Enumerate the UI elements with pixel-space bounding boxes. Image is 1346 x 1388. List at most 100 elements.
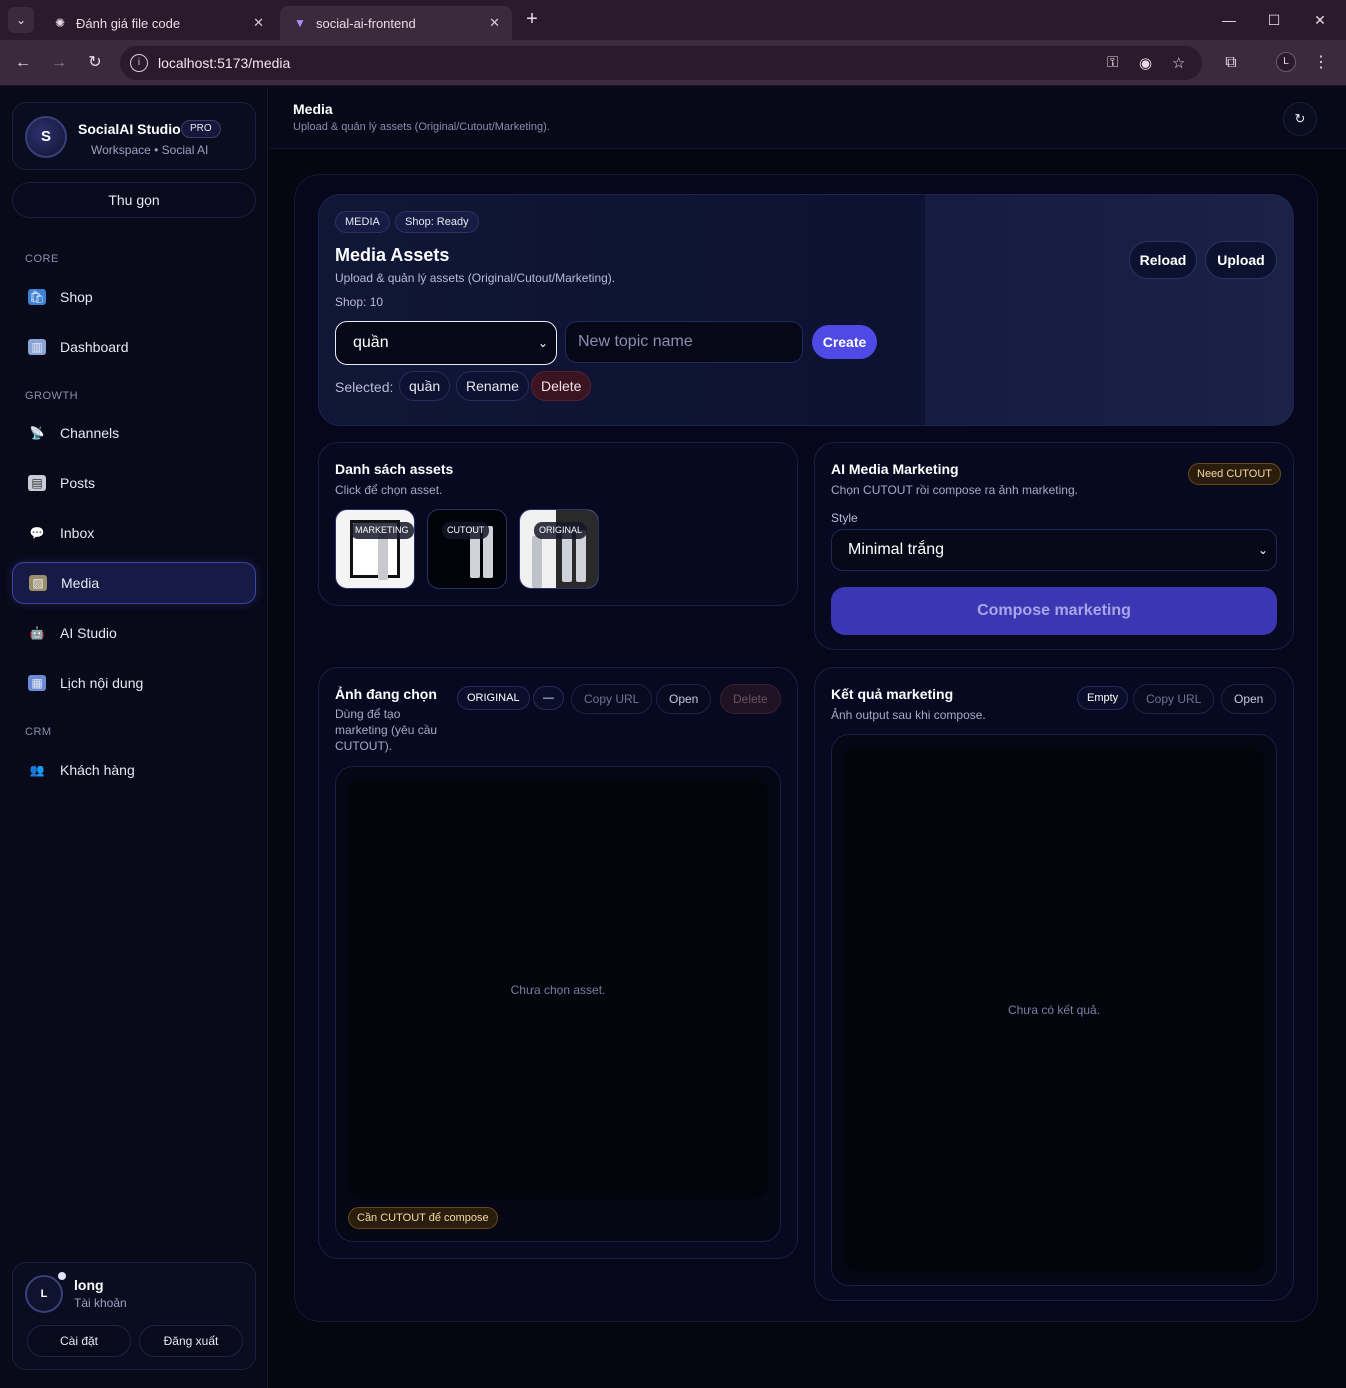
profile-avatar[interactable]: L xyxy=(1276,52,1296,72)
copy-url-button[interactable]: Copy URL xyxy=(571,684,653,714)
style-label: Style xyxy=(831,511,858,525)
tab-title: Đánh giá file code xyxy=(76,15,181,31)
asset-image xyxy=(532,536,542,588)
sidebar-item-channels[interactable]: 📡 Channels xyxy=(12,412,256,454)
user-role: Tài khoản xyxy=(74,1296,127,1310)
collapse-sidebar-button[interactable]: Thu gọn xyxy=(12,182,256,218)
eye-icon[interactable]: ◉ xyxy=(1139,54,1152,72)
upload-button[interactable]: Upload xyxy=(1205,241,1277,279)
asset-tag: ORIGINAL xyxy=(534,522,588,539)
forward-arrow-icon[interactable]: → xyxy=(45,49,73,77)
sidebar: S SocialAI Studio PRO Workspace • Social… xyxy=(0,86,268,1388)
need-cutout-badge: Need CUTOUT xyxy=(1188,463,1281,485)
sidebar-item-label: Khách hàng xyxy=(60,762,135,778)
extensions-icon[interactable]: ⧉ xyxy=(1217,49,1245,77)
sidebar-item-calendar[interactable]: ▦ Lịch nội dung xyxy=(12,662,256,704)
asset-thumb-original[interactable]: ORIGINAL xyxy=(519,509,599,589)
customers-icon: 👥 xyxy=(29,763,45,777)
shop-status-pill: Shop: Ready xyxy=(395,211,479,233)
selected-image-title: Ảnh đang chọn xyxy=(335,686,437,702)
ai-marketing-title: AI Media Marketing xyxy=(831,461,959,477)
new-tab-button[interactable]: + xyxy=(520,8,544,32)
dashboard-icon: ▥ xyxy=(28,339,46,355)
copy-url-button[interactable]: Copy URL xyxy=(1133,684,1215,714)
assets-title: Danh sách assets xyxy=(335,461,454,477)
result-title: Kết quả marketing xyxy=(831,686,954,702)
sidebar-item-media[interactable]: ▨ Media xyxy=(12,562,256,604)
open-button[interactable]: Open xyxy=(656,684,712,714)
create-topic-button[interactable]: Create xyxy=(812,325,877,359)
minimize-button[interactable]: — xyxy=(1214,6,1244,34)
close-icon[interactable]: ✕ xyxy=(489,15,500,31)
asset-thumb-marketing[interactable]: MARKETING xyxy=(335,509,415,589)
openai-icon: ✺ xyxy=(54,16,66,30)
shop-icon: 🛍 xyxy=(28,289,46,305)
password-key-icon[interactable]: ⚿ xyxy=(1107,54,1118,71)
sidebar-item-label: Media xyxy=(61,575,100,591)
rename-button[interactable]: Rename xyxy=(456,371,529,401)
topic-select-value: quần xyxy=(353,334,389,351)
maximize-button[interactable]: ☐ xyxy=(1259,6,1289,34)
page-subtitle: Upload & quản lý assets (Original/Cutout… xyxy=(293,121,550,133)
open-button[interactable]: Open xyxy=(1221,684,1277,714)
asset-thumb-cutout[interactable]: CUTOUT xyxy=(427,509,507,589)
sidebar-item-dashboard[interactable]: ▥ Dashboard xyxy=(12,326,256,368)
delete-asset-button[interactable]: Delete xyxy=(720,684,781,714)
refresh-button[interactable]: ↻ xyxy=(1283,102,1317,136)
sidebar-item-inbox[interactable]: 💬 Inbox xyxy=(12,512,256,554)
selected-image-panel: Ảnh đang chọn Dùng để tạo marketing (yêu… xyxy=(318,667,798,1259)
ai-studio-icon: 🤖 xyxy=(29,626,45,640)
menu-kebab-icon[interactable]: ⋮ xyxy=(1307,49,1335,77)
asset-kind-pill: ORIGINAL xyxy=(457,686,530,710)
result-panel: Kết quả marketing Ảnh output sau khi com… xyxy=(814,667,1294,1301)
browser-tab-1[interactable]: ✺ Đánh giá file code ✕ xyxy=(40,6,276,40)
posts-icon: ▤ xyxy=(28,475,46,491)
close-icon[interactable]: ✕ xyxy=(253,15,264,31)
hero-subtitle: Upload & quản lý assets (Original/Cutout… xyxy=(335,271,616,285)
ai-marketing-subtitle: Chọn CUTOUT rồi compose ra ảnh marketing… xyxy=(831,483,1078,497)
vite-icon: ▼ xyxy=(294,16,306,30)
hero-title: Media Assets xyxy=(335,245,450,265)
app-root: S SocialAI Studio PRO Workspace • Social… xyxy=(0,86,1346,1388)
new-topic-input[interactable]: New topic name xyxy=(565,321,803,363)
back-arrow-icon[interactable]: ← xyxy=(9,49,37,77)
sidebar-item-posts[interactable]: ▤ Posts xyxy=(12,462,256,504)
hero-shop-line: Shop: 10 xyxy=(335,295,384,309)
settings-button[interactable]: Cài đặt xyxy=(27,1325,131,1357)
pro-badge: PRO xyxy=(181,120,221,138)
logout-button[interactable]: Đăng xuất xyxy=(139,1325,243,1357)
result-viewer: Chưa có kết quả. xyxy=(831,734,1277,1286)
browser-tab-2[interactable]: ▼ social-ai-frontend ✕ xyxy=(280,6,512,40)
browser-tab-strip: ⌄ ✺ Đánh giá file code ✕ ▼ social-ai-fro… xyxy=(0,0,1346,40)
sidebar-item-ai-studio[interactable]: 🤖 AI Studio xyxy=(12,612,256,654)
user-card: L long Tài khoản Cài đặt Đăng xuất xyxy=(12,1262,256,1370)
brand-title: SocialAI Studio xyxy=(78,121,181,137)
delete-topic-button[interactable]: Delete xyxy=(531,371,592,401)
user-name: long xyxy=(74,1277,104,1293)
image-viewer: Chưa chọn asset. Cần CUTOUT để compose xyxy=(335,766,781,1242)
channels-icon: 📡 xyxy=(29,426,45,440)
sidebar-item-customers[interactable]: 👥 Khách hàng xyxy=(12,749,256,791)
address-bar: ← → ↻ i localhost:5173/media ⚿ ◉ ☆ ⧉ L ⋮ xyxy=(0,40,1346,86)
close-window-button[interactable]: ✕ xyxy=(1305,6,1335,34)
asset-tag: MARKETING xyxy=(350,522,414,539)
tab-search-button[interactable]: ⌄ xyxy=(8,7,34,33)
url-input[interactable]: i localhost:5173/media ⚿ ◉ ☆ xyxy=(120,46,1202,80)
reload-button[interactable]: Reload xyxy=(1129,241,1197,279)
hero-decoration xyxy=(925,195,1293,425)
refresh-icon: ↻ xyxy=(1294,111,1306,126)
section-label-crm: CRM xyxy=(25,726,52,738)
assets-panel: Danh sách assets Click để chọn asset. MA… xyxy=(318,442,798,606)
media-hero: MEDIA Shop: Ready Media Assets Upload & … xyxy=(318,194,1294,426)
compose-marketing-button[interactable]: Compose marketing xyxy=(831,587,1277,635)
sidebar-item-shop[interactable]: 🛍 Shop xyxy=(12,276,256,318)
ai-marketing-panel: AI Media Marketing Chọn CUTOUT rồi compo… xyxy=(814,442,1294,650)
style-select[interactable]: Minimal trắng ⌄ xyxy=(831,529,1277,571)
media-pill: MEDIA xyxy=(335,211,390,233)
site-info-icon[interactable]: i xyxy=(130,54,148,72)
result-status-pill: Empty xyxy=(1077,686,1129,710)
chevron-down-icon: ⌄ xyxy=(1257,543,1268,557)
topic-select[interactable]: quần ⌄ xyxy=(335,321,557,365)
reload-icon[interactable]: ↻ xyxy=(81,49,109,77)
star-icon[interactable]: ☆ xyxy=(1172,54,1185,72)
